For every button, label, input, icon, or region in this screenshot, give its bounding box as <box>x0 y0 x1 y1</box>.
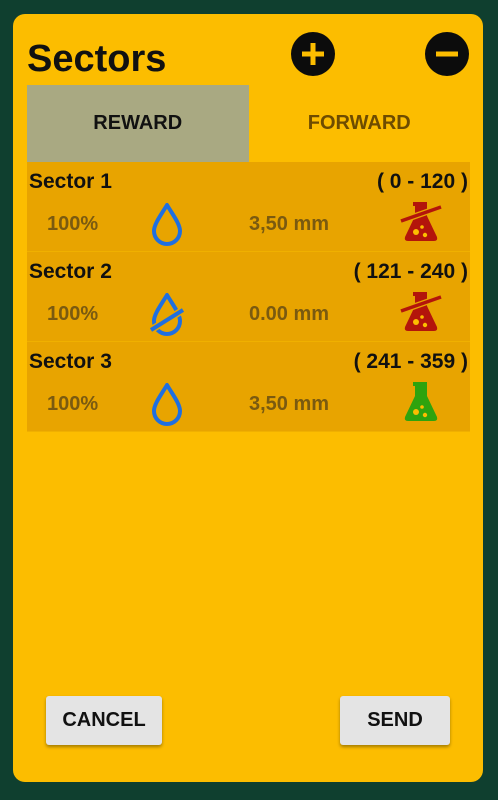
page-title: Sectors <box>27 38 167 80</box>
sector-amount: 3,50 mm <box>249 213 330 235</box>
sector-percent: 100% <box>47 393 99 415</box>
sectors-dialog: Sectors REWARD FORWARD Sector 1 ( 0 - 12… <box>13 14 483 782</box>
sector-list: Sector 1 ( 0 - 120 ) 100% 3,50 mm Sector… <box>27 162 470 432</box>
tab-forward[interactable]: FORWARD <box>249 85 471 162</box>
water-off-icon <box>149 293 185 336</box>
sector-name: Sector 3 <box>29 350 112 373</box>
add-sector-button[interactable] <box>291 32 335 76</box>
plus-icon <box>302 43 324 65</box>
remove-sector-button[interactable] <box>425 32 469 76</box>
send-button[interactable]: SEND <box>340 696 450 745</box>
water-drop-icon <box>152 383 182 426</box>
sector-percent: 100% <box>47 213 99 235</box>
sector-range: ( 121 - 240 ) <box>353 260 468 283</box>
flask-icon <box>404 382 438 421</box>
sector-row[interactable]: Sector 3 ( 241 - 359 ) 100% 3,50 mm <box>27 342 470 432</box>
flask-disabled-icon <box>400 292 442 331</box>
sector-range: ( 241 - 359 ) <box>353 350 468 373</box>
sector-amount: 0.00 mm <box>249 303 330 325</box>
flask-disabled-icon <box>400 202 442 241</box>
sector-row[interactable]: Sector 2 ( 121 - 240 ) 100% 0.00 mm <box>27 252 470 342</box>
tab-reward[interactable]: REWARD <box>27 85 249 162</box>
water-drop-icon <box>152 203 182 246</box>
sector-name: Sector 2 <box>29 260 112 283</box>
sector-row[interactable]: Sector 1 ( 0 - 120 ) 100% 3,50 mm <box>27 162 470 252</box>
sector-name: Sector 1 <box>29 170 112 193</box>
tab-bar: REWARD FORWARD <box>27 85 470 162</box>
sector-percent: 100% <box>47 303 99 325</box>
sector-amount: 3,50 mm <box>249 393 330 415</box>
cancel-button[interactable]: CANCEL <box>46 696 162 745</box>
sector-range: ( 0 - 120 ) <box>376 170 468 193</box>
minus-icon <box>436 51 458 57</box>
